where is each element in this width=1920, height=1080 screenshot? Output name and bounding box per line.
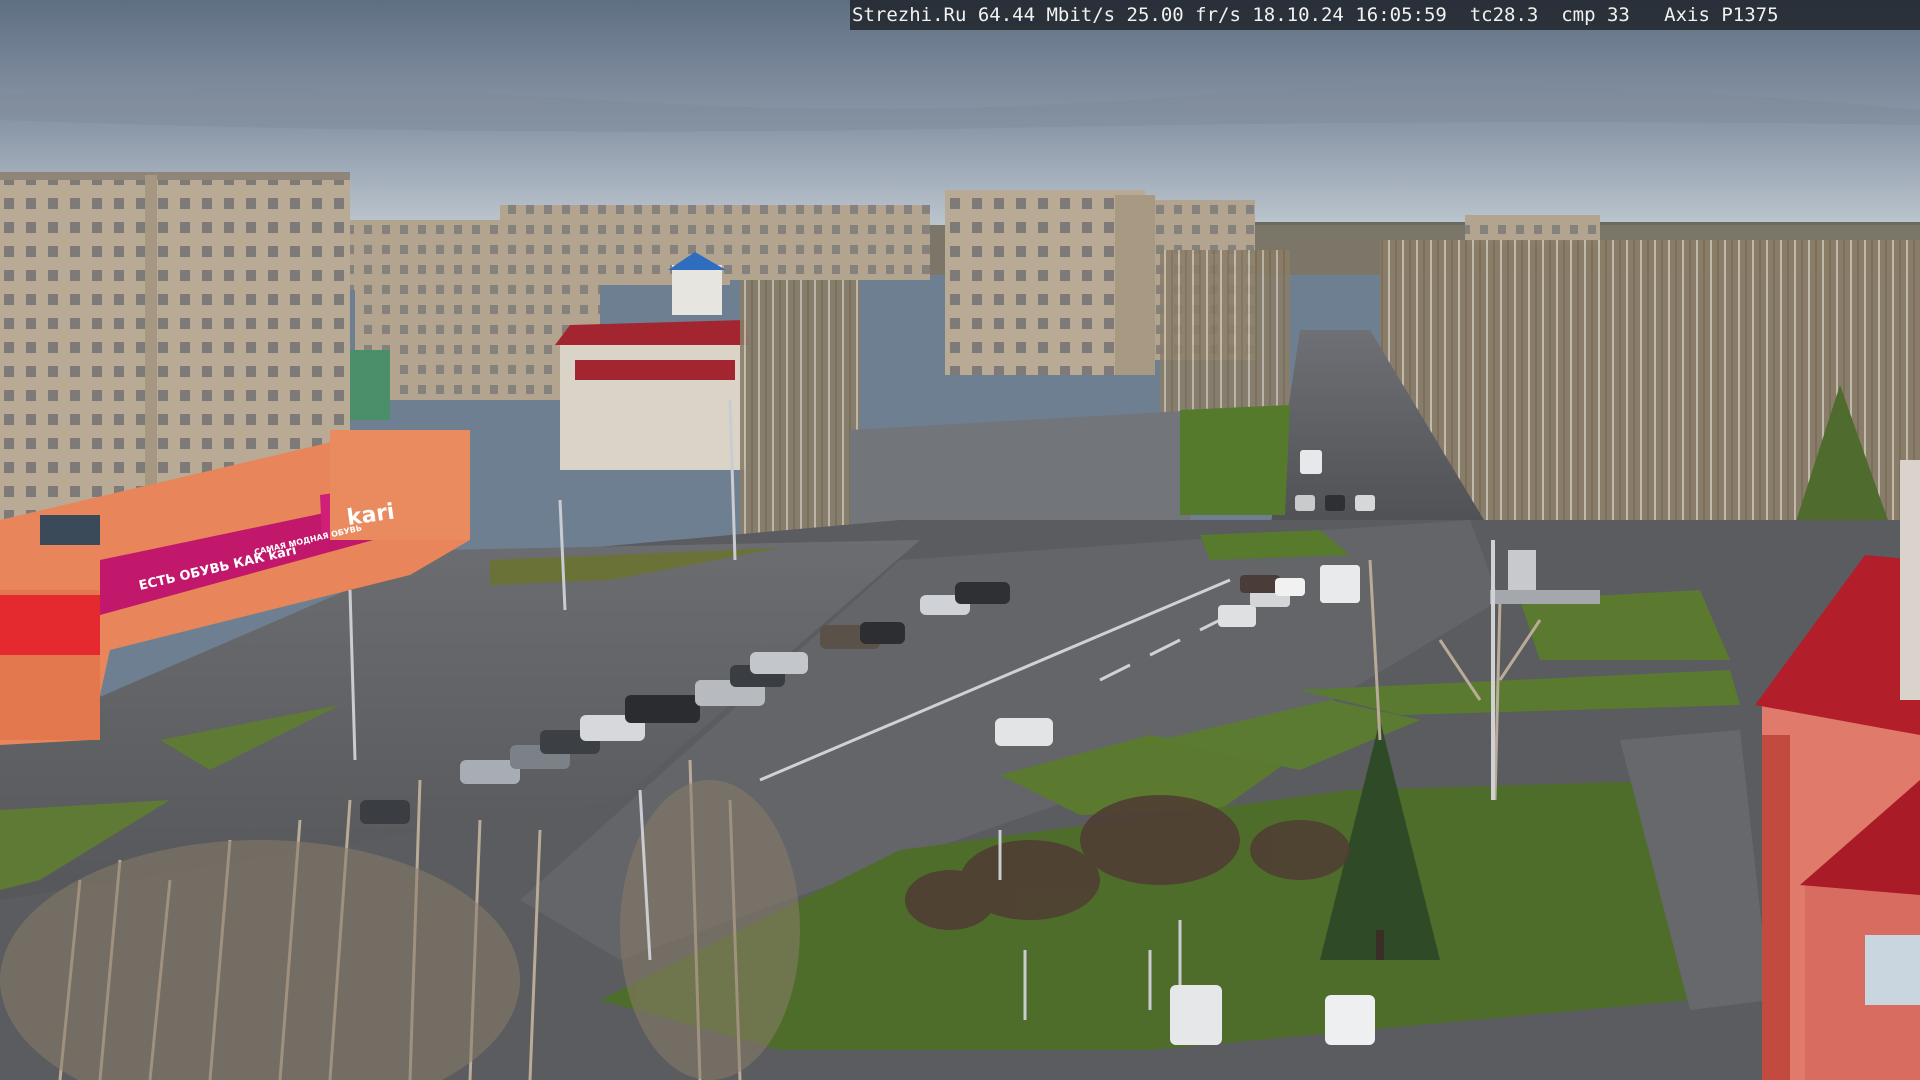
webcam-frame: kari САМАЯ МОДНАЯ ОБУВЬ ЕСТЬ ОБУВЬ КАК k… — [0, 0, 1920, 1080]
plaza — [850, 410, 1200, 525]
white-van — [1320, 565, 1360, 603]
street-scene-image: kari САМАЯ МОДНАЯ ОБУВЬ ЕСТЬ ОБУВЬ КАК k… — [0, 0, 1920, 1080]
webcam-info-overlay: Strezhi.Ru 64.44 Mbit/s 25.00 fr/s 18.10… — [850, 0, 1920, 30]
